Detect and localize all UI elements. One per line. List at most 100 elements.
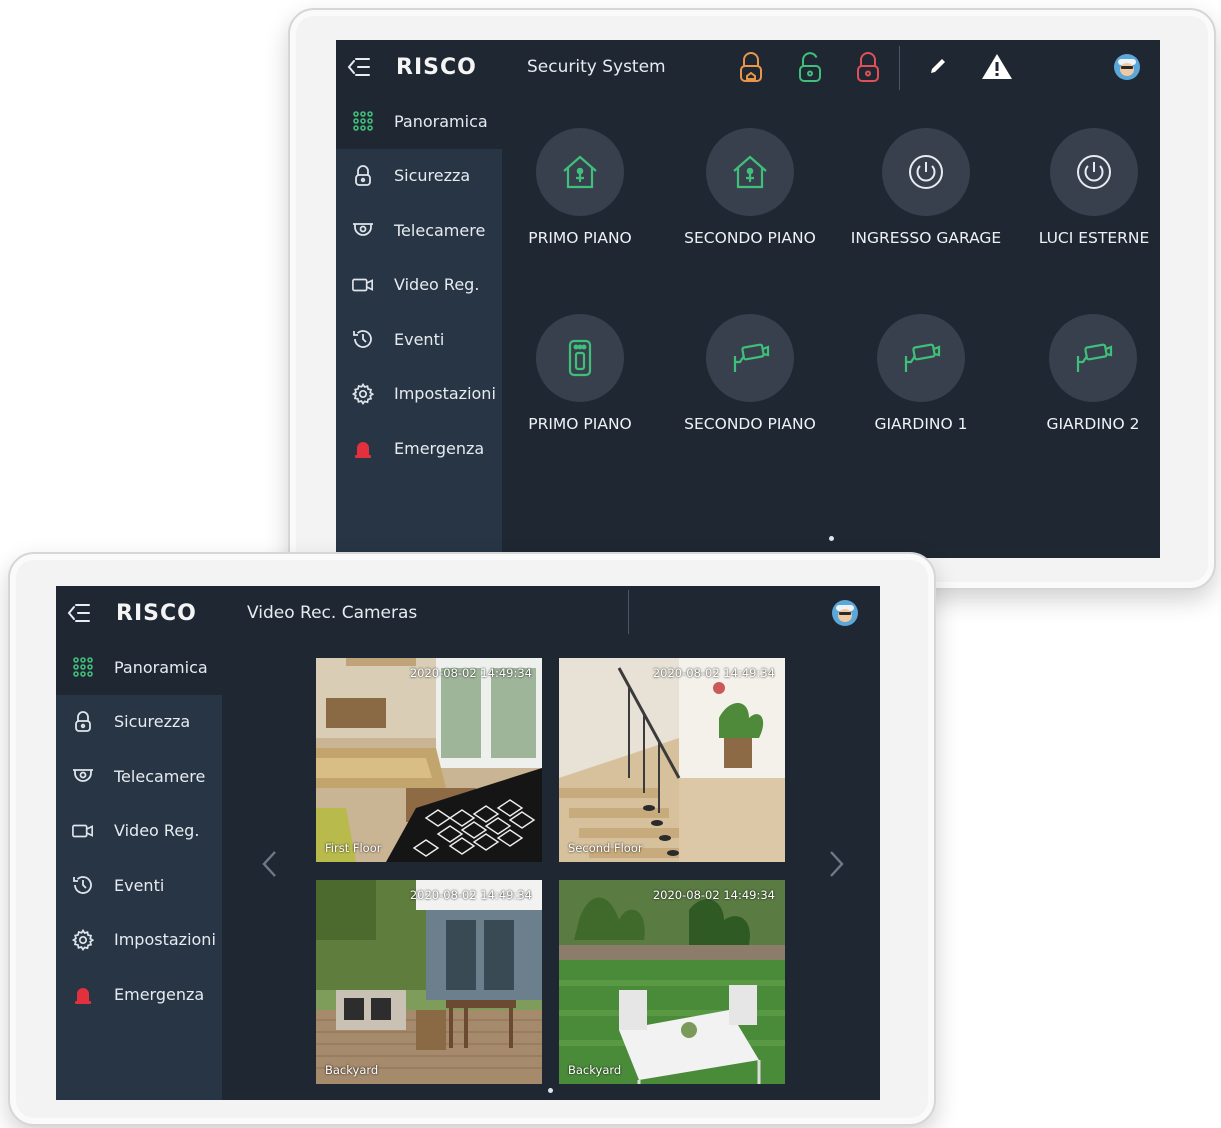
tile-primo-piano-area[interactable]: PRIMO PIANO xyxy=(495,128,665,247)
sidebar-item-label: Emergenza xyxy=(114,984,205,1004)
toolbar-separator xyxy=(899,46,900,90)
avatar[interactable] xyxy=(1114,54,1140,80)
sidebar-item-label: Emergenza xyxy=(394,438,485,458)
sidebar-item-sicurezza[interactable]: Sicurezza xyxy=(336,149,502,204)
chevron-left-icon[interactable] xyxy=(260,848,278,888)
page-indicator-dot[interactable] xyxy=(829,536,834,541)
sidebar-item-label: Video Reg. xyxy=(394,275,480,295)
camera-timestamp: 2020-08-02 14:49:34 xyxy=(409,666,532,680)
sidebar-item-telecamere[interactable]: Telecamere xyxy=(336,203,502,258)
camera-name: Backyard xyxy=(325,1063,379,1077)
chevron-right-icon[interactable] xyxy=(828,848,846,888)
tile-ingresso-garage[interactable]: INGRESSO GARAGE xyxy=(841,128,1011,247)
camera-timestamp: 2020-08-02 14:49:34 xyxy=(409,888,532,902)
menu-collapse-icon[interactable] xyxy=(344,52,374,82)
history-icon xyxy=(72,874,94,896)
siren-icon xyxy=(72,983,94,1005)
tile-label: SECONDO PIANO xyxy=(684,229,816,247)
sidebar-item-impostazioni[interactable]: Impostazioni xyxy=(56,913,222,968)
pencil-icon[interactable] xyxy=(928,56,948,80)
page-title: Video Rec. Cameras xyxy=(247,603,418,623)
camera-icon xyxy=(1049,314,1137,402)
security-tablet: RISCO Panoramica Sicurezza Telecamere Vi… xyxy=(288,8,1216,590)
tile-label: SECONDO PIANO xyxy=(684,415,816,433)
gear-icon xyxy=(72,928,94,951)
power-icon xyxy=(882,128,970,216)
page-indicator-dot[interactable] xyxy=(548,1088,553,1093)
camera-feed-second-floor[interactable]: 2020-08-02 14:49:34 Second Floor xyxy=(559,658,785,862)
sidebar: RISCO Panoramica Sicurezza Telecamere Vi… xyxy=(56,586,222,1100)
menu-collapse-icon[interactable] xyxy=(64,598,94,628)
tile-label: PRIMO PIANO xyxy=(528,229,632,247)
camera-name: Second Floor xyxy=(568,841,643,855)
camera-feed-first-floor[interactable]: 2020-08-02 14:49:34 First Floor xyxy=(316,658,542,862)
sidebar-item-video-reg[interactable]: Video Reg. xyxy=(336,258,502,313)
grid-dots-icon xyxy=(72,656,94,678)
sidebar-header: RISCO xyxy=(336,40,502,94)
risco-logo: RISCO xyxy=(396,54,477,80)
intercom-icon xyxy=(536,314,624,402)
grid-dots-icon xyxy=(352,110,374,132)
camera-name: First Floor xyxy=(325,841,382,855)
page-title: Security System xyxy=(527,57,666,77)
sidebar-item-panoramica[interactable]: Panoramica xyxy=(56,640,222,695)
tile-giardino-1[interactable]: GIARDINO 1 xyxy=(836,314,1006,433)
sidebar-item-video-reg[interactable]: Video Reg. xyxy=(56,804,222,859)
camera-icon xyxy=(706,314,794,402)
avatar[interactable] xyxy=(832,600,858,626)
tile-label: GIARDINO 2 xyxy=(1046,415,1140,433)
security-screen: RISCO Panoramica Sicurezza Telecamere Vi… xyxy=(336,40,1160,558)
toolbar-separator xyxy=(628,590,629,634)
sidebar-item-emergenza[interactable]: Emergenza xyxy=(56,967,222,1022)
home-icon xyxy=(536,128,624,216)
disarmed-lock-icon[interactable] xyxy=(797,52,823,88)
sidebar-item-label: Eventi xyxy=(394,329,445,349)
camera-timestamp: 2020-08-02 14:49:34 xyxy=(652,666,775,680)
top-bar: Video Rec. Cameras xyxy=(222,586,880,640)
history-icon xyxy=(352,328,374,350)
armed-lock-icon[interactable] xyxy=(855,52,881,88)
sidebar-item-label: Impostazioni xyxy=(394,384,496,404)
video-tablet: RISCO Panoramica Sicurezza Telecamere Vi… xyxy=(8,552,936,1126)
home-icon xyxy=(706,128,794,216)
lock-icon xyxy=(72,710,94,733)
power-icon xyxy=(1050,128,1138,216)
gear-icon xyxy=(352,382,374,405)
risco-logo: RISCO xyxy=(116,600,197,626)
arm-away-lock-icon[interactable] xyxy=(738,52,764,88)
top-bar: Security System xyxy=(502,40,1160,94)
tile-label: GIARDINO 1 xyxy=(874,415,968,433)
sidebar: RISCO Panoramica Sicurezza Telecamere Vi… xyxy=(336,40,502,558)
nav-list: Panoramica Sicurezza Telecamere Video Re… xyxy=(56,640,222,1022)
tile-luci-esterne[interactable]: LUCI ESTERNE xyxy=(1009,128,1160,247)
tile-label: PRIMO PIANO xyxy=(528,415,632,433)
tile-giardino-2[interactable]: GIARDINO 2 xyxy=(1008,314,1160,433)
sidebar-item-label: Panoramica xyxy=(114,657,208,677)
video-camera-icon xyxy=(72,820,94,842)
tile-secondo-piano-area[interactable]: SECONDO PIANO xyxy=(665,128,835,247)
camera-feed-backyard-2[interactable]: 2020-08-02 14:49:34 Backyard xyxy=(559,880,785,1084)
siren-icon xyxy=(352,437,374,459)
dome-camera-icon xyxy=(352,219,374,241)
sidebar-item-panoramica[interactable]: Panoramica xyxy=(336,94,502,149)
lock-icon xyxy=(352,164,374,187)
camera-timestamp: 2020-08-02 14:49:34 xyxy=(652,888,775,902)
sidebar-item-emergenza[interactable]: Emergenza xyxy=(336,421,502,476)
tile-primo-piano-intercom[interactable]: PRIMO PIANO xyxy=(495,314,665,433)
sidebar-item-impostazioni[interactable]: Impostazioni xyxy=(336,367,502,422)
warning-icon[interactable] xyxy=(981,52,1013,84)
camera-feed-backyard-1[interactable]: 2020-08-02 14:49:34 Backyard xyxy=(316,880,542,1084)
dome-camera-icon xyxy=(72,765,94,787)
tile-label: LUCI ESTERNE xyxy=(1038,229,1150,247)
sidebar-item-label: Eventi xyxy=(114,875,165,895)
sidebar-item-label: Sicurezza xyxy=(114,712,191,732)
tile-secondo-piano-camera[interactable]: SECONDO PIANO xyxy=(665,314,835,433)
sidebar-item-telecamere[interactable]: Telecamere xyxy=(56,749,222,804)
sidebar-item-label: Impostazioni xyxy=(114,930,216,950)
sidebar-item-label: Telecamere xyxy=(394,220,486,240)
sidebar-item-label: Sicurezza xyxy=(394,166,471,186)
sidebar-item-sicurezza[interactable]: Sicurezza xyxy=(56,695,222,750)
tile-label: INGRESSO GARAGE xyxy=(850,229,1002,247)
sidebar-item-eventi[interactable]: Eventi xyxy=(56,858,222,913)
sidebar-item-eventi[interactable]: Eventi xyxy=(336,312,502,367)
